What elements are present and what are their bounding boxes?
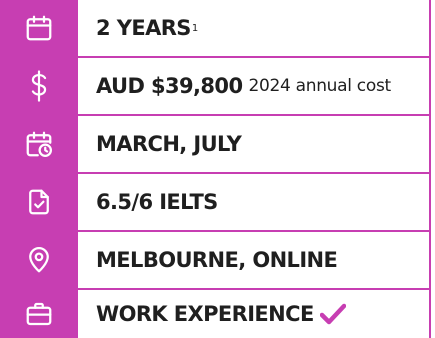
calendar-icon — [0, 0, 78, 56]
course-facts-card: 2 YEARS 1 AUD $39,800 2024 annual cost M… — [0, 0, 431, 338]
english-text: 6.5/6 IELTS — [96, 174, 425, 230]
fact-row-work-experience: WORK EXPERIENCE — [0, 290, 431, 338]
work-experience-label: WORK EXPERIENCE — [96, 302, 314, 326]
document-check-icon — [0, 174, 78, 230]
cost-note: 2024 annual cost — [248, 76, 391, 96]
cost-label: AUD $39,800 — [96, 74, 243, 98]
fact-row-intakes: MARCH, JULY — [0, 116, 431, 172]
dollar-icon — [0, 58, 78, 114]
calendar-clock-icon — [0, 116, 78, 172]
intakes-label: MARCH, JULY — [96, 132, 242, 156]
location-label: MELBOURNE, ONLINE — [96, 248, 338, 272]
fact-row-english: 6.5/6 IELTS — [0, 174, 431, 230]
fact-row-location: MELBOURNE, ONLINE — [0, 232, 431, 288]
work-experience-text: WORK EXPERIENCE — [96, 290, 425, 338]
location-pin-icon — [0, 232, 78, 288]
intakes-text: MARCH, JULY — [96, 116, 425, 172]
briefcase-icon — [0, 290, 78, 338]
location-text: MELBOURNE, ONLINE — [96, 232, 425, 288]
checkmark-icon — [319, 303, 346, 325]
cost-text: AUD $39,800 2024 annual cost — [96, 58, 425, 114]
duration-text: 2 YEARS 1 — [96, 0, 425, 56]
english-label: 6.5/6 IELTS — [96, 190, 218, 214]
fact-row-duration: 2 YEARS 1 — [0, 0, 431, 56]
fact-row-cost: AUD $39,800 2024 annual cost — [0, 58, 431, 114]
duration-footnote-marker: 1 — [191, 22, 198, 34]
duration-label: 2 YEARS — [96, 16, 191, 40]
